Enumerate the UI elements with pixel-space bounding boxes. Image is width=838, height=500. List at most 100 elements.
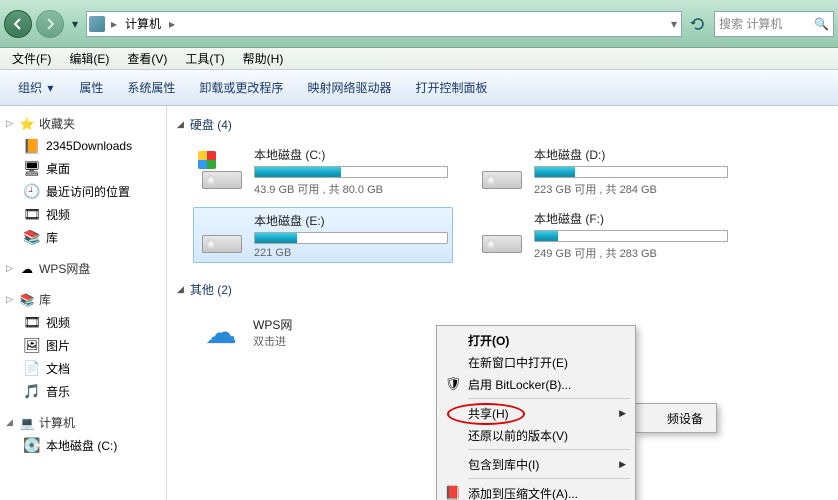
menu-separator bbox=[468, 398, 630, 399]
search-placeholder: 搜索 计算机 bbox=[719, 15, 782, 32]
nav-history-dropdown[interactable]: ▾ bbox=[68, 10, 82, 38]
sidebar-item-video[interactable]: 🎞视频 bbox=[0, 203, 166, 226]
context-menu-item[interactable]: 包含到库中(I) ▶ bbox=[440, 453, 632, 475]
drive-icon: 💽 bbox=[24, 438, 40, 454]
nav-back-button[interactable] bbox=[4, 10, 32, 38]
star-icon: ⭐ bbox=[19, 116, 35, 132]
submenu-arrow-icon: ▶ bbox=[619, 408, 626, 419]
context-menu-item[interactable]: 还原以前的版本(V) bbox=[440, 424, 632, 446]
drive-usage-bar bbox=[534, 166, 728, 178]
drive-name: 本地磁盘 (C:) bbox=[254, 146, 448, 163]
sidebar: ▷⭐收藏夹 📙2345Downloads 🖥桌面 🕘最近访问的位置 🎞视频 📚库… bbox=[0, 106, 167, 500]
toolbar-organize[interactable]: 组织 ▾ bbox=[8, 75, 65, 100]
submenu-item[interactable]: 频设备 bbox=[639, 407, 713, 429]
context-menu-item[interactable]: 共享(H) ▶ bbox=[440, 402, 632, 424]
menu-separator bbox=[468, 449, 630, 450]
sidebar-libraries-header[interactable]: ▷📚库 bbox=[0, 288, 166, 311]
menu-item-icon: 🛡 bbox=[445, 376, 461, 392]
video-icon: 🎞 bbox=[24, 315, 40, 331]
address-dropdown[interactable]: ▾ bbox=[669, 17, 679, 31]
sidebar-wps-header[interactable]: ▷☁WPS网盘 bbox=[0, 257, 166, 280]
menu-separator bbox=[468, 478, 630, 479]
drive-item[interactable]: 本地磁盘 (F:)249 GB 可用 , 共 283 GB bbox=[473, 207, 733, 263]
toolbar-map-drive[interactable]: 映射网络驱动器 bbox=[297, 75, 401, 100]
drive-stat: 221 GB bbox=[254, 247, 448, 259]
menu-item-label: 启用 BitLocker(B)... bbox=[468, 376, 571, 393]
section-hdd-header[interactable]: ◢硬盘 (4) bbox=[177, 112, 828, 137]
drive-usage-bar bbox=[254, 232, 448, 244]
menu-item-label: 还原以前的版本(V) bbox=[468, 427, 568, 444]
toolbar-properties[interactable]: 属性 bbox=[69, 75, 113, 100]
search-icon: 🔍 bbox=[814, 17, 829, 31]
nav-forward-button[interactable] bbox=[36, 10, 64, 38]
menu-help[interactable]: 帮助(H) bbox=[235, 48, 292, 69]
menu-item-label: 包含到库中(I) bbox=[468, 456, 539, 473]
drive-stat: 43.9 GB 可用 , 共 80.0 GB bbox=[254, 181, 448, 197]
menu-item-label: 在新窗口中打开(E) bbox=[468, 354, 568, 371]
refresh-button[interactable] bbox=[686, 12, 710, 36]
toolbar-system-properties[interactable]: 系统属性 bbox=[117, 75, 185, 100]
main-pane: ◢硬盘 (4) 本地磁盘 (C:)43.9 GB 可用 , 共 80.0 GB本… bbox=[167, 106, 838, 500]
menu-item-label: 共享(H) bbox=[468, 405, 509, 422]
drive-item[interactable]: 本地磁盘 (E:) 221 GB bbox=[193, 207, 453, 263]
drive-item[interactable]: 本地磁盘 (D:) 223 GB 可用 , 共 284 GB bbox=[473, 143, 733, 199]
menu-item-label: 添加到压缩文件(A)... bbox=[468, 485, 578, 500]
menu-item-label: 打开(O) bbox=[468, 332, 509, 349]
menu-item-icon: 📕 bbox=[445, 485, 461, 500]
drive-icon bbox=[478, 151, 526, 191]
other-item-sub: 双击进 bbox=[253, 333, 292, 349]
drive-icon bbox=[198, 151, 246, 191]
context-menu-item[interactable]: 🛡 启用 BitLocker(B)... bbox=[440, 373, 632, 395]
pictures-icon: 🖼 bbox=[24, 338, 40, 354]
context-menu-item[interactable]: 在新窗口中打开(E) bbox=[440, 351, 632, 373]
sidebar-computer-header[interactable]: ◢💻计算机 bbox=[0, 411, 166, 434]
music-icon: 🎵 bbox=[24, 384, 40, 400]
sidebar-lib-documents[interactable]: 📄文档 bbox=[0, 357, 166, 380]
video-icon: 🎞 bbox=[24, 207, 40, 223]
context-submenu: 频设备 bbox=[635, 403, 717, 433]
sidebar-item-downloads[interactable]: 📙2345Downloads bbox=[0, 135, 166, 157]
library-icon: 📚 bbox=[24, 230, 40, 246]
menu-view[interactable]: 查看(V) bbox=[119, 48, 175, 69]
menu-file[interactable]: 文件(F) bbox=[4, 48, 59, 69]
context-menu: 打开(O) 在新窗口中打开(E) 🛡 启用 BitLocker(B)... 共享(H) ▶… bbox=[436, 325, 636, 500]
drive-stat: 249 GB 可用 , 共 283 GB bbox=[534, 245, 728, 261]
other-item-wps[interactable]: ☁ WPS网双击进 bbox=[193, 308, 453, 356]
sidebar-lib-video[interactable]: 🎞视频 bbox=[0, 311, 166, 334]
library-icon: 📚 bbox=[19, 292, 35, 308]
sidebar-item-desktop[interactable]: 🖥桌面 bbox=[0, 157, 166, 180]
recent-icon: 🕘 bbox=[24, 184, 40, 200]
cloud-icon: ☁ bbox=[19, 261, 35, 277]
drive-usage-bar bbox=[254, 166, 448, 178]
cloud-icon: ☁ bbox=[197, 312, 245, 352]
drive-name: 本地磁盘 (D:) bbox=[534, 146, 728, 163]
context-menu-item[interactable]: 打开(O) bbox=[440, 329, 632, 351]
sidebar-item-lib[interactable]: 📚库 bbox=[0, 226, 166, 249]
menu-edit[interactable]: 编辑(E) bbox=[61, 48, 117, 69]
drive-stat: 223 GB 可用 , 共 284 GB bbox=[534, 181, 728, 197]
context-menu-item[interactable]: 📕 添加到压缩文件(A)... bbox=[440, 482, 632, 500]
drive-item[interactable]: 本地磁盘 (C:) 43.9 GB 可用 , 共 80.0 GB bbox=[193, 143, 453, 199]
toolbar-uninstall[interactable]: 卸载或更改程序 bbox=[189, 75, 293, 100]
computer-icon bbox=[89, 16, 105, 32]
address-bar[interactable]: ▸ 计算机 ▸ ▾ bbox=[86, 11, 682, 37]
section-other-header[interactable]: ◢其他 (2) bbox=[177, 277, 828, 302]
sidebar-favorites-header[interactable]: ▷⭐收藏夹 bbox=[0, 112, 166, 135]
toolbar-control-panel[interactable]: 打开控制面板 bbox=[405, 75, 497, 100]
drive-icon bbox=[198, 215, 246, 255]
submenu-arrow-icon: ▶ bbox=[619, 459, 626, 470]
sidebar-drive-c[interactable]: 💽本地磁盘 (C:) bbox=[0, 434, 166, 457]
drive-name: 本地磁盘 (E:) bbox=[254, 212, 448, 229]
sidebar-item-recent[interactable]: 🕘最近访问的位置 bbox=[0, 180, 166, 203]
menu-tools[interactable]: 工具(T) bbox=[177, 48, 232, 69]
search-box[interactable]: 搜索 计算机 🔍 bbox=[714, 11, 834, 37]
sidebar-lib-pictures[interactable]: 🖼图片 bbox=[0, 334, 166, 357]
breadcrumb-sep: ▸ bbox=[167, 17, 177, 31]
breadcrumb-computer[interactable]: 计算机 bbox=[123, 13, 163, 34]
sidebar-lib-music[interactable]: 🎵音乐 bbox=[0, 380, 166, 403]
desktop-icon: 🖥 bbox=[24, 161, 40, 177]
computer-icon: 💻 bbox=[19, 415, 35, 431]
folder-icon: 📙 bbox=[24, 138, 40, 154]
other-item-title: WPS网 bbox=[253, 316, 292, 333]
breadcrumb-sep: ▸ bbox=[109, 17, 119, 31]
